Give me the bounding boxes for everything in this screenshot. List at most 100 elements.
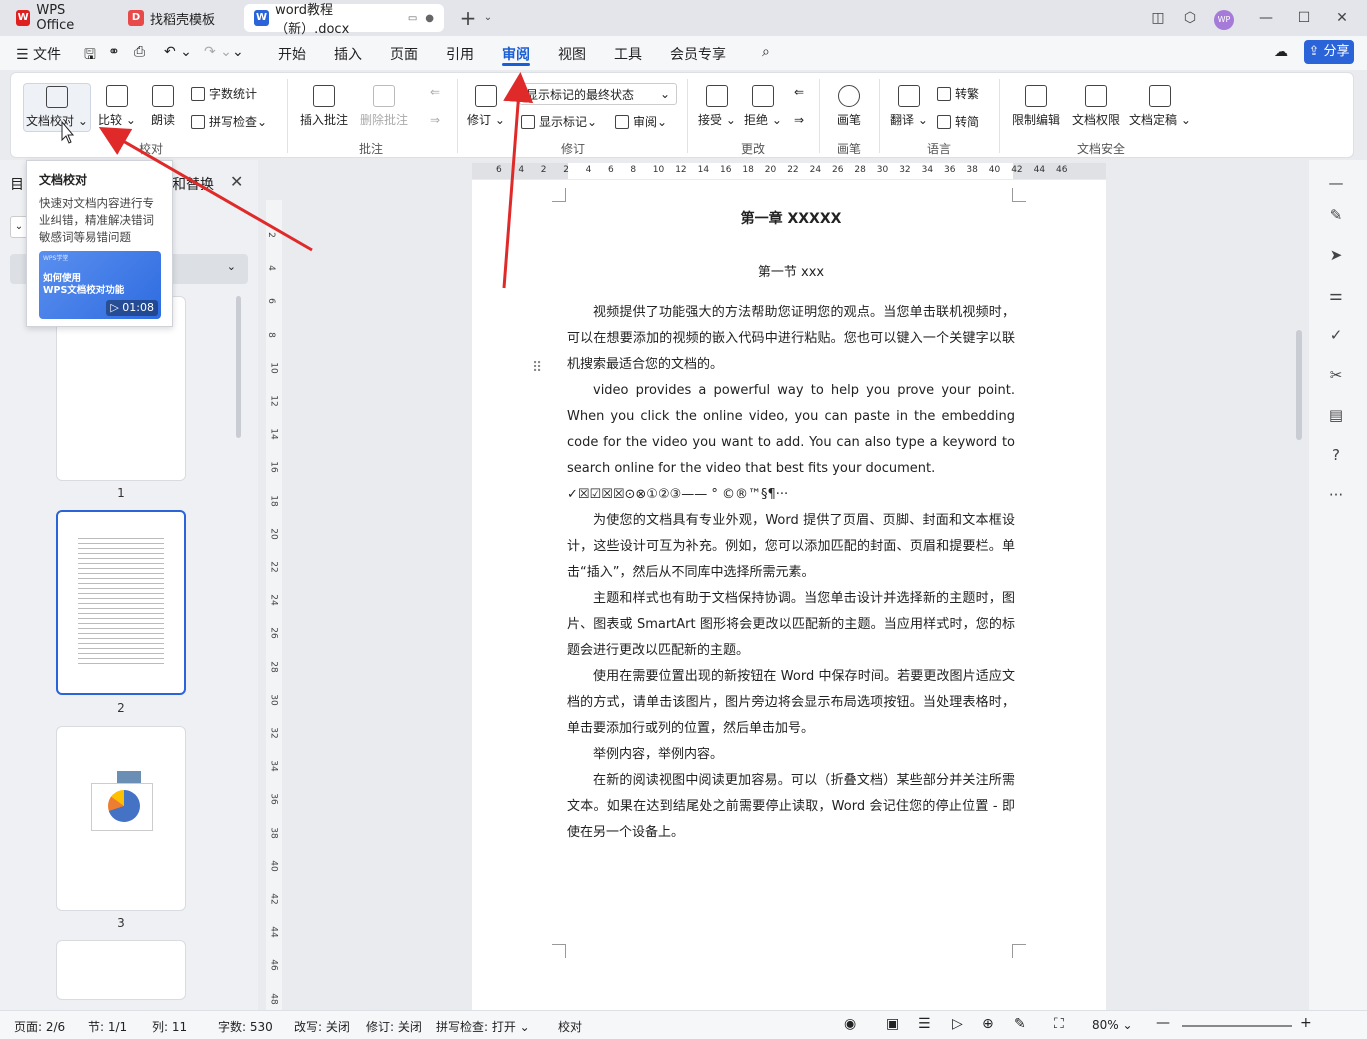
- ruler-tick: 42: [268, 893, 279, 905]
- tab-docer[interactable]: D 找稻壳模板: [118, 4, 240, 32]
- menu-member[interactable]: 会员专享: [670, 44, 726, 64]
- fit-icon[interactable]: ⛶: [1054, 1016, 1064, 1032]
- insert-comment-button[interactable]: 插入批注: [297, 85, 351, 128]
- zoom-in-icon[interactable]: +: [1300, 1015, 1312, 1031]
- status-overwrite[interactable]: 改写: 关闭: [294, 1018, 350, 1035]
- layout-icon[interactable]: ◫: [1146, 6, 1170, 30]
- page-number: 3: [117, 916, 125, 930]
- tools-icon[interactable]: ✂: [1326, 366, 1346, 386]
- menu-review[interactable]: 审阅: [502, 44, 530, 64]
- status-revision[interactable]: 修订: 关闭: [366, 1018, 422, 1035]
- web-view-icon[interactable]: ⊕: [982, 1016, 994, 1032]
- margin-corner: [552, 188, 566, 202]
- find-replace-tab[interactable]: 和替换: [172, 174, 214, 194]
- doc-check-button[interactable]: 文档校对 ⌄: [23, 83, 91, 132]
- eye-icon[interactable]: ◉: [844, 1016, 856, 1032]
- tab-word-doc[interactable]: W word教程（新）.docx ▭ ●: [244, 3, 444, 37]
- status-word-count[interactable]: 字数: 530: [218, 1018, 273, 1035]
- cloud-icon[interactable]: ☁: [1274, 44, 1288, 60]
- file-menu[interactable]: ☰ 文件: [16, 44, 61, 64]
- close-panel-icon[interactable]: ✕: [230, 172, 243, 191]
- doc-check-side-icon[interactable]: ✓: [1326, 326, 1346, 346]
- menu-reference[interactable]: 引用: [446, 44, 474, 64]
- reject-button[interactable]: 拒绝 ⌄: [743, 85, 783, 128]
- chevron-down-icon[interactable]: ⌄: [476, 6, 500, 30]
- restrict-edit-button[interactable]: 限制编辑: [1009, 85, 1063, 128]
- pen-button[interactable]: 画笔: [831, 85, 867, 128]
- print-preview-icon[interactable]: ⎙: [134, 44, 145, 60]
- translate-button[interactable]: 翻译 ⌄: [889, 85, 929, 128]
- tab-wps-office[interactable]: W WPS Office: [6, 3, 110, 33]
- markup-state-select[interactable]: 显示标记的最终状态 ⌄: [519, 83, 677, 105]
- ruler-tick: 46: [268, 959, 279, 972]
- ruler-tick: 34: [921, 165, 934, 175]
- page-thumbnail[interactable]: [56, 726, 186, 911]
- drag-handle-icon[interactable]: ⠿: [532, 360, 542, 376]
- menu-page[interactable]: 页面: [390, 44, 418, 64]
- undo-icon[interactable]: ↶ ⌄: [164, 44, 192, 60]
- avatar[interactable]: WP: [1212, 6, 1236, 30]
- next-comment-icon[interactable]: ⇒: [425, 113, 445, 127]
- redo-icon[interactable]: ↷ ⌄: [204, 44, 232, 60]
- book-icon[interactable]: ▤: [1326, 406, 1346, 426]
- ruler-tick: 22: [787, 165, 799, 175]
- share-button[interactable]: ⇪ 分享: [1304, 40, 1354, 64]
- ruler-tick: 42: [1011, 165, 1023, 175]
- share-link-icon[interactable]: ⚭: [108, 44, 120, 60]
- page-view-icon[interactable]: ▣: [886, 1016, 899, 1032]
- pen-edit-icon[interactable]: ✎: [1326, 206, 1346, 226]
- cube-icon[interactable]: ⬡: [1178, 6, 1202, 30]
- help-icon[interactable]: ?: [1326, 446, 1346, 466]
- pen-mode-icon[interactable]: ✎: [1014, 1016, 1026, 1032]
- ruler-tick: 32: [899, 165, 911, 175]
- prev-change-icon[interactable]: ⇐: [791, 85, 807, 99]
- pointer-icon[interactable]: ➤: [1326, 246, 1346, 266]
- monitor-icon[interactable]: ▭: [408, 13, 417, 24]
- show-markup-button[interactable]: 显示标记 ⌄: [521, 113, 597, 130]
- menu-insert[interactable]: 插入: [334, 44, 362, 64]
- search-icon[interactable]: ⌕: [762, 44, 770, 60]
- page-thumbnail[interactable]: [56, 940, 186, 1000]
- status-page[interactable]: 页面: 2/6: [14, 1018, 65, 1035]
- doc-permission-button[interactable]: 文档权限: [1069, 85, 1123, 128]
- menu-view[interactable]: 视图: [558, 44, 586, 64]
- zoom-slider[interactable]: [1182, 1025, 1292, 1027]
- zoom-select[interactable]: 80% ⌄: [1092, 1018, 1133, 1032]
- unsaved-dot-icon[interactable]: ●: [425, 13, 434, 24]
- review-pane-button[interactable]: 审阅 ⌄: [615, 113, 667, 130]
- adjust-icon[interactable]: ⚌: [1326, 286, 1346, 306]
- zoom-out-icon[interactable]: —: [1156, 1015, 1170, 1031]
- delete-comment-button[interactable]: 删除批注: [357, 85, 411, 128]
- more-icon[interactable]: ···: [1326, 486, 1346, 506]
- video-duration: ▷ 01:08: [106, 300, 158, 316]
- outline-view-icon[interactable]: ☰: [918, 1016, 931, 1032]
- panel-scrollbar[interactable]: [236, 296, 241, 438]
- minus-icon[interactable]: —: [1326, 174, 1346, 194]
- track-changes-button[interactable]: 修订 ⌄: [467, 85, 505, 128]
- save-icon[interactable]: 🖫: [84, 44, 96, 68]
- document-body[interactable]: 视频提供了功能强大的方法帮助您证明您的观点。当您单击联机视频时，可以在想要添加的…: [567, 300, 1015, 846]
- prev-comment-icon[interactable]: ⇐: [425, 85, 445, 99]
- menu-tools[interactable]: 工具: [614, 44, 642, 64]
- menu-home[interactable]: 开始: [278, 44, 306, 64]
- to-traditional-button[interactable]: 转繁: [937, 85, 979, 102]
- read-aloud-button[interactable]: 朗读: [145, 85, 181, 128]
- accept-button[interactable]: 接受 ⌄: [697, 85, 737, 128]
- document-scrollbar[interactable]: [1296, 330, 1302, 440]
- maximize-icon[interactable]: ☐: [1292, 6, 1316, 30]
- status-spell[interactable]: 拼写检查: 打开 ⌄: [436, 1018, 530, 1035]
- close-icon[interactable]: ✕: [1330, 6, 1354, 30]
- minimize-icon[interactable]: —: [1254, 6, 1278, 30]
- tutorial-video[interactable]: WPS学堂 如何使用 WPS文档校对功能 ▷ 01:08: [39, 251, 161, 319]
- more-chevron-icon[interactable]: ⌄: [232, 44, 244, 60]
- play-icon[interactable]: ▷: [952, 1016, 963, 1032]
- status-proof[interactable]: 校对: [558, 1018, 582, 1035]
- page-thumbnail[interactable]: [56, 510, 186, 695]
- compare-button[interactable]: 比较 ⌄: [97, 85, 137, 128]
- spell-check-button[interactable]: 拼写检查 ⌄: [191, 113, 267, 130]
- section-heading: 第一节 xxx: [757, 265, 825, 280]
- next-change-icon[interactable]: ⇒: [791, 113, 807, 127]
- doc-final-button[interactable]: 文档定稿 ⌄: [1129, 85, 1191, 128]
- to-simplified-button[interactable]: 转简: [937, 113, 979, 130]
- word-count-button[interactable]: 字数统计: [191, 85, 257, 102]
